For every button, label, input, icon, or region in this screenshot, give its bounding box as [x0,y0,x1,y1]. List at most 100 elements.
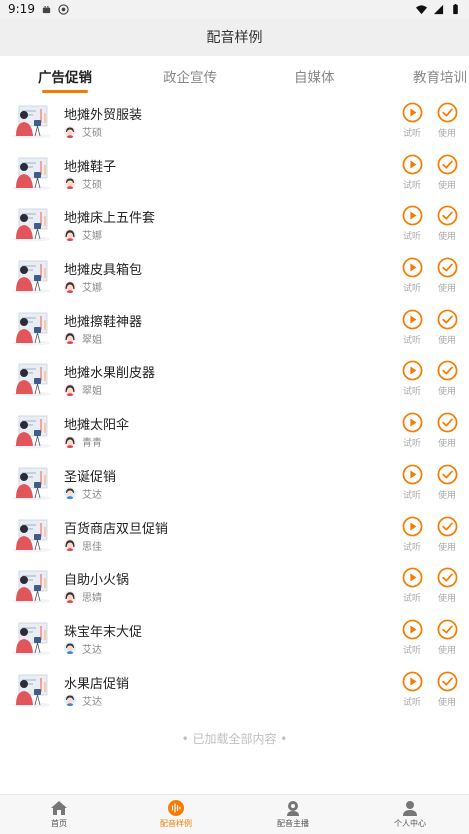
presenter-thumbnail-icon [12,312,50,346]
use-button[interactable]: 使用 [433,360,461,397]
use-button[interactable]: 使用 [433,412,461,449]
item-title: 地摊太阳伞 [64,418,130,434]
listen-button[interactable]: 试听 [398,619,426,656]
listen-button[interactable]: 试听 [398,102,426,139]
status-time: 9:19 [8,2,35,16]
list-item[interactable]: 地摊外贸服装 艾硕 试听 使用 [0,96,469,148]
list-item[interactable]: 圣诞促销 艾达 试听 使用 [0,458,469,510]
list-item[interactable]: 地摊床上五件套 艾娜 试听 使用 [0,199,469,251]
speaker-avatar-icon [64,125,76,138]
use-label: 使用 [437,697,456,708]
speaker-avatar-icon [64,487,76,500]
use-button[interactable]: 使用 [433,102,461,139]
speaker-name: 艾娜 [82,283,102,295]
use-label: 使用 [437,335,456,346]
speaker-info: 思佳 [64,538,102,553]
listen-label: 试听 [402,129,421,139]
list-item[interactable]: 珠宝年末大促 艾达 试听 使用 [0,613,469,665]
use-button[interactable]: 使用 [433,257,461,294]
wifi-icon [416,4,427,14]
presenter-thumbnail-icon [12,260,50,294]
use-label: 使用 [437,387,456,398]
speaker-name: 艾硕 [82,128,102,139]
speaker-avatar-icon [64,694,76,707]
check-icon [437,516,457,536]
listen-button[interactable]: 试听 [398,309,426,346]
list-item[interactable]: 地摊皮具箱包 艾娜 试听 使用 [0,251,469,303]
speaker-name: 青青 [82,438,102,450]
listen-label: 试听 [402,594,421,605]
list-item[interactable]: 地摊鞋子 艾硕 试听 使用 [0,148,469,200]
nav-profile[interactable]: 个人中心 [380,800,440,829]
use-button[interactable]: 使用 [433,619,461,656]
item-title: 地摊外贸服装 [64,108,143,123]
tab-label: 教育培训 [413,70,467,86]
tab-government[interactable]: 政企宣传 [163,56,217,96]
use-label: 使用 [437,490,456,501]
speaker-info: 思婧 [64,589,102,604]
use-button[interactable]: 使用 [433,205,461,242]
presenter-thumbnail-icon [12,364,50,397]
list-item[interactable]: 地摊擦鞋神器 翠姐 试听 使用 [0,303,469,355]
use-button[interactable]: 使用 [433,464,461,501]
speaker-info: 翠姐 [64,331,102,346]
check-icon [437,412,457,433]
list-item[interactable]: 百货商店双旦促销 思佳 试听 使用 [0,510,469,562]
tab-advertising[interactable]: 广告促销 [38,56,92,96]
shield-icon [58,3,69,15]
item-title: 百货商店双旦促销 [64,521,169,537]
speaker-avatar-icon [64,332,76,345]
presenter-thumbnail-icon [12,208,50,242]
list-item[interactable]: 地摊水果削皮器 翠姐 试听 使用 [0,354,469,406]
play-icon [402,619,422,640]
status-bar: 9:19 [0,0,469,18]
listen-label: 试听 [402,542,421,553]
item-title: 地摊鞋子 [64,159,117,175]
presenter-thumbnail-icon [12,467,50,501]
nav-home[interactable]: 首页 [29,800,89,829]
list-item[interactable]: 自助小火锅 思婧 试听 使用 [0,561,469,613]
list-item[interactable]: 地摊太阳伞 青青 试听 使用 [0,406,469,458]
speaker-info: 艾硕 [64,124,102,139]
listen-button[interactable]: 试听 [398,360,426,397]
play-icon [402,205,422,226]
presenter-thumbnail-icon [12,622,50,656]
sample-list: 地摊外贸服装 艾硕 试听 使用 地摊鞋子 艾硕 试听 使用 地摊床上五件套 艾娜… [0,96,469,716]
nav-anchors[interactable]: 配音主播 [263,800,323,829]
speaker-name: 艾达 [82,644,102,656]
tab-education[interactable]: 教育培训 [413,56,467,96]
use-button[interactable]: 使用 [433,154,461,191]
use-button[interactable]: 使用 [433,309,461,346]
use-button[interactable]: 使用 [433,671,461,708]
use-button[interactable]: 使用 [433,516,461,553]
listen-button[interactable]: 试听 [398,671,426,708]
listen-button[interactable]: 试听 [398,516,426,553]
listen-button[interactable]: 试听 [398,464,426,501]
item-title: 地摊擦鞋神器 [64,314,143,330]
listen-button[interactable]: 试听 [398,154,426,191]
tab-label: 自媒体 [294,70,335,86]
speaker-info: 艾娜 [64,279,102,294]
home-icon [51,801,67,815]
speaker-info: 艾硕 [64,176,102,191]
listen-label: 试听 [402,232,421,243]
speaker-avatar-icon [64,435,76,448]
use-button[interactable]: 使用 [433,567,461,604]
listen-button[interactable]: 试听 [398,567,426,604]
presenter-thumbnail-icon [12,674,50,708]
tab-label: 广告促销 [38,70,92,86]
listen-button[interactable]: 试听 [398,205,426,242]
speaker-avatar-icon [64,539,76,551]
tab-self-media[interactable]: 自媒体 [294,56,335,96]
nav-samples[interactable]: 配音样例 [146,800,206,829]
speaker-info: 艾达 [64,641,102,656]
play-icon [402,567,422,588]
listen-label: 试听 [402,284,421,295]
listen-button[interactable]: 试听 [398,257,426,294]
check-icon [437,619,457,640]
list-item[interactable]: 水果店促销 艾达 试听 使用 [0,665,469,717]
tab-label: 政企宣传 [163,70,217,86]
listen-button[interactable]: 试听 [398,412,426,449]
speaker-avatar-icon [64,383,76,396]
check-icon [437,102,457,123]
